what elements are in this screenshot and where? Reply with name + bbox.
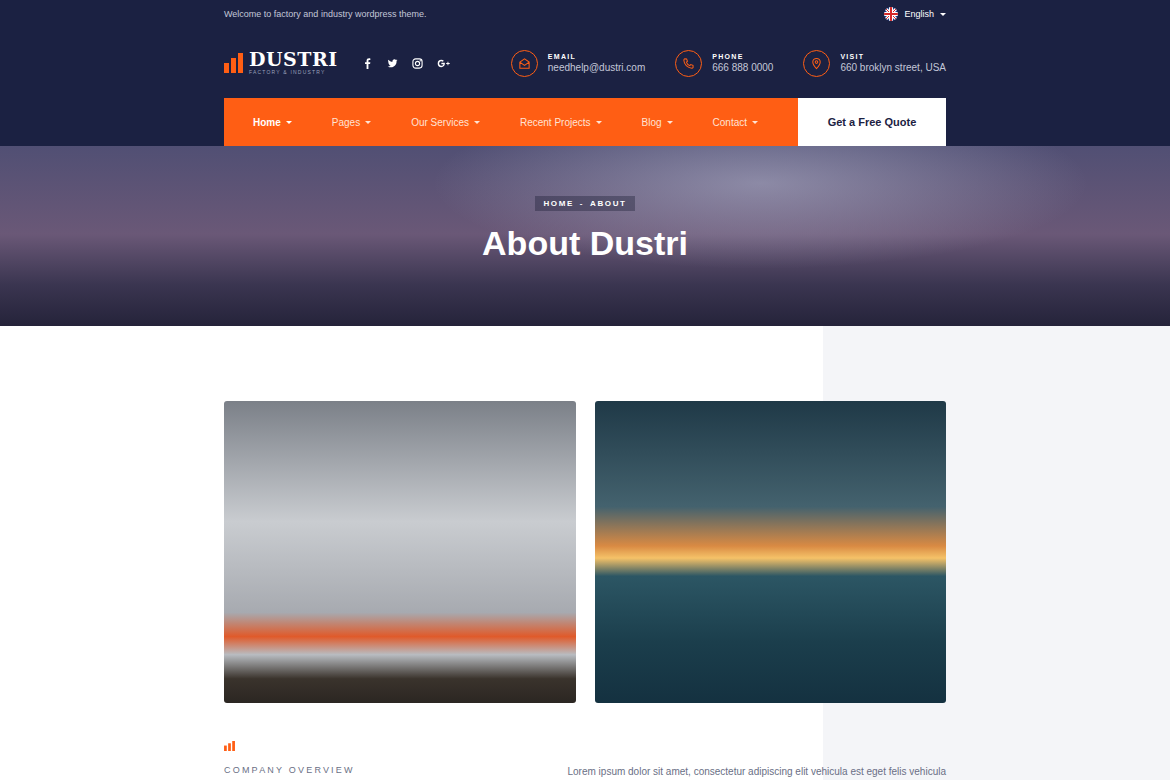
photo-grid: [224, 401, 946, 703]
breadcrumb-item: ABOUT: [590, 199, 626, 208]
instagram-icon[interactable]: [412, 58, 423, 69]
contact-item: VISIT 660 broklyn street, USA: [803, 50, 946, 77]
nav-item[interactable]: Contact: [713, 117, 758, 128]
contact-label: PHONE: [712, 53, 773, 60]
breadcrumb-item[interactable]: HOME: [543, 199, 573, 208]
contact-info: EMAIL needhelp@dustri.com PHONE 666 888 000…: [511, 50, 946, 77]
bars-icon: [224, 741, 235, 751]
phone-circle-icon: [675, 50, 702, 77]
page-hero: HOME-ABOUT About Dustri: [0, 122, 1170, 326]
caret-icon: [667, 121, 673, 124]
uk-flag-icon: [884, 7, 898, 21]
nav-bar: Home Pages Our Services Recent Projects Blog…: [224, 98, 798, 146]
contact-label: EMAIL: [548, 53, 645, 60]
bars-logo-icon: [224, 53, 244, 73]
location-pin-icon: [810, 57, 823, 70]
logo-name: DUSTRI: [249, 50, 338, 69]
nav-item[interactable]: Our Services: [411, 117, 480, 128]
main-nav: Home Pages Our Services Recent Projects Blog…: [224, 98, 946, 146]
logo[interactable]: DUSTRIFACTORY & INDUSTRY: [224, 50, 338, 76]
nav-item[interactable]: Blog: [642, 117, 673, 128]
site-header: Welcome to factory and industry wordpres…: [0, 0, 1170, 146]
overview-label: COMPANY OVERVIEW: [224, 765, 548, 775]
harbor-photo: [595, 401, 947, 703]
contact-value: 660 broklyn street, USA: [840, 62, 946, 73]
caret-icon: [940, 13, 946, 16]
about-section: COMPANY OVERVIEW Lorem ipsum dolor sit am…: [0, 326, 1170, 780]
caret-icon: [752, 121, 758, 124]
caret-icon: [286, 121, 292, 124]
company-overview: COMPANY OVERVIEW Lorem ipsum dolor sit am…: [224, 741, 946, 778]
email-circle-icon: [511, 50, 538, 77]
contact-label: VISIT: [840, 53, 946, 60]
contact-value: 666 888 0000: [712, 62, 773, 73]
caret-icon: [474, 121, 480, 124]
overview-text: Lorem ipsum dolor sit amet, consectetur …: [567, 765, 946, 778]
envelope-icon: [518, 57, 531, 70]
language-label: English: [904, 9, 934, 19]
google-plus-icon[interactable]: [437, 58, 451, 69]
language-selector[interactable]: English: [884, 7, 946, 21]
breadcrumb-separator: -: [580, 199, 584, 208]
excavator-photo: [224, 401, 576, 703]
contact-value: needhelp@dustri.com: [548, 62, 645, 73]
nav-item[interactable]: Recent Projects: [520, 117, 602, 128]
nav-item[interactable]: Pages: [332, 117, 371, 128]
welcome-text: Welcome to factory and industry wordpres…: [224, 9, 426, 19]
page-title: About Dustri: [0, 223, 1170, 263]
header-main: DUSTRIFACTORY & INDUSTRY EMAIL needhelp@du…: [224, 28, 946, 98]
logo-tagline: FACTORY & INDUSTRY: [249, 69, 338, 76]
breadcrumb: HOME-ABOUT: [535, 196, 634, 211]
visit-circle-icon: [803, 50, 830, 77]
caret-icon: [365, 121, 371, 124]
top-bar: Welcome to factory and industry wordpres…: [224, 0, 946, 28]
quote-button[interactable]: Get a Free Quote: [798, 98, 946, 146]
contact-item: EMAIL needhelp@dustri.com: [511, 50, 645, 77]
facebook-icon[interactable]: [362, 58, 373, 69]
twitter-icon[interactable]: [387, 58, 398, 69]
contact-item: PHONE 666 888 0000: [675, 50, 773, 77]
page: Welcome to factory and industry wordpres…: [0, 0, 1170, 780]
phone-icon: [682, 57, 695, 70]
social-links: [362, 58, 451, 69]
caret-icon: [596, 121, 602, 124]
nav-item[interactable]: Home: [253, 117, 292, 128]
